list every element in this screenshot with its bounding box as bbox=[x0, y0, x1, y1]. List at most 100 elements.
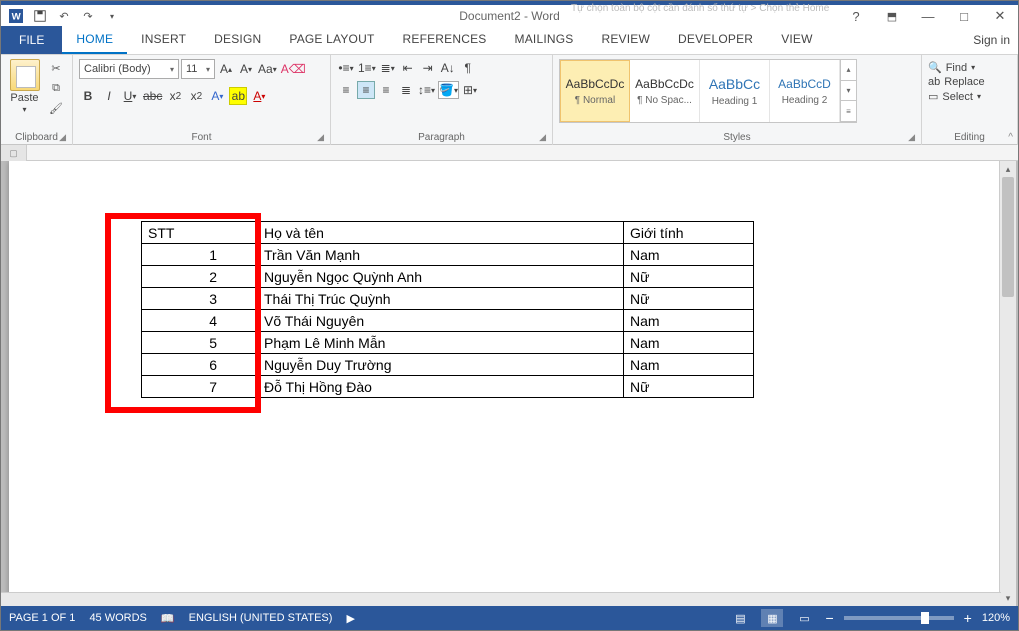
styles-scroll-down[interactable]: ▾ bbox=[841, 81, 856, 102]
status-language[interactable]: ENGLISH (UNITED STATES) bbox=[189, 612, 333, 624]
tab-insert[interactable]: INSERT bbox=[127, 26, 200, 54]
redo-button[interactable]: ↷ bbox=[77, 5, 99, 27]
table-row[interactable]: 4Võ Thái NguyênNam bbox=[142, 310, 754, 332]
minimize-button[interactable]: — bbox=[910, 5, 946, 27]
line-spacing-button[interactable]: ↕≡▾ bbox=[417, 81, 436, 99]
sign-in-link[interactable]: Sign in bbox=[973, 33, 1010, 47]
collapse-ribbon-button[interactable]: ^ bbox=[1008, 132, 1013, 143]
tab-developer[interactable]: DEVELOPER bbox=[664, 26, 767, 54]
shrink-font-button[interactable]: A▾ bbox=[237, 60, 255, 78]
highlight-button[interactable]: ab bbox=[229, 87, 247, 105]
font-dialog-launcher[interactable]: ◢ bbox=[317, 132, 324, 143]
bold-button[interactable]: B bbox=[79, 87, 97, 105]
tab-review[interactable]: REVIEW bbox=[587, 26, 664, 54]
grow-font-button[interactable]: A▴ bbox=[217, 60, 235, 78]
tab-page-layout[interactable]: PAGE LAYOUT bbox=[275, 26, 388, 54]
numbering-button[interactable]: 1≡▾ bbox=[357, 59, 377, 77]
scroll-down-arrow[interactable]: ▾ bbox=[1000, 590, 1016, 606]
tab-references[interactable]: REFERENCES bbox=[389, 26, 501, 54]
zoom-in-button[interactable]: + bbox=[964, 610, 972, 626]
styles-expand[interactable]: ≡ bbox=[841, 101, 856, 122]
status-macro-icon[interactable]: ▶ bbox=[346, 612, 354, 625]
sort-button[interactable]: A↓ bbox=[439, 59, 457, 77]
style-heading-1[interactable]: AaBbCcHeading 1 bbox=[700, 60, 770, 122]
page[interactable]: STT Họ và tên Giới tính 1Trần Văn MạnhNa… bbox=[9, 161, 999, 606]
header-stt[interactable]: STT bbox=[142, 222, 258, 244]
table-row[interactable]: 5Phạm Lê Minh MẫnNam bbox=[142, 332, 754, 354]
align-center-button[interactable]: ≡ bbox=[357, 81, 375, 99]
ribbon-options-button[interactable]: ⬒ bbox=[874, 5, 910, 27]
find-button[interactable]: 🔍Find ▾ bbox=[928, 61, 975, 74]
paragraph-dialog-launcher[interactable]: ◢ bbox=[539, 132, 546, 143]
font-size-combo[interactable]: 11▾ bbox=[181, 59, 215, 79]
strikethrough-button[interactable]: abc bbox=[142, 87, 163, 105]
change-case-button[interactable]: Aa▾ bbox=[257, 60, 278, 78]
italic-button[interactable]: I bbox=[100, 87, 118, 105]
qat-customize-button[interactable]: ▾ bbox=[101, 5, 123, 27]
show-marks-button[interactable]: ¶ bbox=[459, 59, 477, 77]
view-print-layout[interactable]: ▦ bbox=[761, 609, 783, 627]
borders-button[interactable]: ⊞▾ bbox=[461, 81, 479, 99]
paste-button[interactable]: Paste ▾ bbox=[7, 59, 42, 114]
font-name-combo[interactable]: Calibri (Body)▾ bbox=[79, 59, 179, 79]
close-button[interactable]: ✕ bbox=[982, 5, 1018, 27]
decrease-indent-button[interactable]: ⇤ bbox=[399, 59, 417, 77]
format-painter-button[interactable]: 🖌 bbox=[46, 99, 66, 117]
shading-button[interactable]: 🪣▾ bbox=[438, 81, 459, 99]
header-gender[interactable]: Giới tính bbox=[624, 222, 754, 244]
styles-scroll-up[interactable]: ▴ bbox=[841, 60, 856, 81]
zoom-slider-thumb[interactable] bbox=[921, 612, 929, 624]
superscript-button[interactable]: x2 bbox=[187, 87, 205, 105]
status-spellcheck-icon[interactable]: 📖 bbox=[161, 612, 175, 625]
tab-design[interactable]: DESIGN bbox=[200, 26, 275, 54]
table-row[interactable]: 6Nguyễn Duy TrườngNam bbox=[142, 354, 754, 376]
undo-button[interactable]: ↶ bbox=[53, 5, 75, 27]
table-row[interactable]: 7Đỗ Thị Hồng ĐàoNữ bbox=[142, 376, 754, 398]
style-heading-2[interactable]: AaBbCcDHeading 2 bbox=[770, 60, 840, 122]
tab-view[interactable]: VIEW bbox=[767, 26, 826, 54]
document-table[interactable]: STT Họ và tên Giới tính 1Trần Văn MạnhNa… bbox=[141, 221, 754, 398]
align-left-button[interactable]: ≡ bbox=[337, 81, 355, 99]
cut-button[interactable]: ✂ bbox=[46, 59, 66, 77]
zoom-out-button[interactable]: − bbox=[825, 610, 833, 626]
table-row[interactable]: 1Trần Văn MạnhNam bbox=[142, 244, 754, 266]
status-page[interactable]: PAGE 1 OF 1 bbox=[9, 612, 75, 624]
tab-mailings[interactable]: MAILINGS bbox=[501, 26, 588, 54]
vertical-scrollbar[interactable]: ▴ ▾ bbox=[999, 161, 1016, 606]
align-right-button[interactable]: ≡ bbox=[377, 81, 395, 99]
bullets-button[interactable]: •≡▾ bbox=[337, 59, 355, 77]
underline-button[interactable]: U▾ bbox=[121, 87, 139, 105]
justify-button[interactable]: ≣ bbox=[397, 81, 415, 99]
increase-indent-button[interactable]: ⇥ bbox=[419, 59, 437, 77]
table-row[interactable]: 2Nguyễn Ngọc Quỳnh AnhNữ bbox=[142, 266, 754, 288]
maximize-button[interactable]: □ bbox=[946, 5, 982, 27]
style-no-spacing[interactable]: AaBbCcDc¶ No Spac... bbox=[630, 60, 700, 122]
zoom-slider[interactable] bbox=[844, 616, 954, 620]
scroll-up-arrow[interactable]: ▴ bbox=[1000, 161, 1016, 177]
styles-gallery[interactable]: AaBbCcDc¶ Normal AaBbCcDc¶ No Spac... Aa… bbox=[559, 59, 857, 123]
subscript-button[interactable]: x2 bbox=[166, 87, 184, 105]
replace-button[interactable]: abReplace bbox=[928, 76, 985, 88]
scroll-thumb[interactable] bbox=[1002, 177, 1014, 297]
clipboard-dialog-launcher[interactable]: ◢ bbox=[59, 132, 66, 143]
table-row[interactable]: 3Thái Thị Trúc QuỳnhNữ bbox=[142, 288, 754, 310]
zoom-level[interactable]: 120% bbox=[982, 612, 1010, 624]
horizontal-scrollbar[interactable] bbox=[1, 592, 1001, 606]
select-button[interactable]: ▭Select▾ bbox=[928, 90, 981, 103]
status-words[interactable]: 45 WORDS bbox=[89, 612, 146, 624]
tab-home[interactable]: HOME bbox=[62, 26, 127, 54]
view-web-layout[interactable]: ▭ bbox=[793, 609, 815, 627]
header-name[interactable]: Họ và tên bbox=[258, 222, 624, 244]
text-effects-button[interactable]: A▾ bbox=[208, 87, 226, 105]
style-normal[interactable]: AaBbCcDc¶ Normal bbox=[560, 60, 630, 122]
save-button[interactable] bbox=[29, 5, 51, 27]
table-header-row[interactable]: STT Họ và tên Giới tính bbox=[142, 222, 754, 244]
styles-dialog-launcher[interactable]: ◢ bbox=[908, 132, 915, 143]
clear-formatting-button[interactable]: A⌫ bbox=[280, 60, 307, 78]
help-button[interactable]: ? bbox=[838, 5, 874, 27]
copy-button[interactable]: ⧉ bbox=[46, 79, 66, 97]
multilevel-list-button[interactable]: ≣▾ bbox=[379, 59, 397, 77]
font-color-button[interactable]: A▾ bbox=[250, 87, 268, 105]
file-tab[interactable]: FILE bbox=[1, 26, 62, 54]
horizontal-ruler[interactable] bbox=[27, 145, 1018, 161]
